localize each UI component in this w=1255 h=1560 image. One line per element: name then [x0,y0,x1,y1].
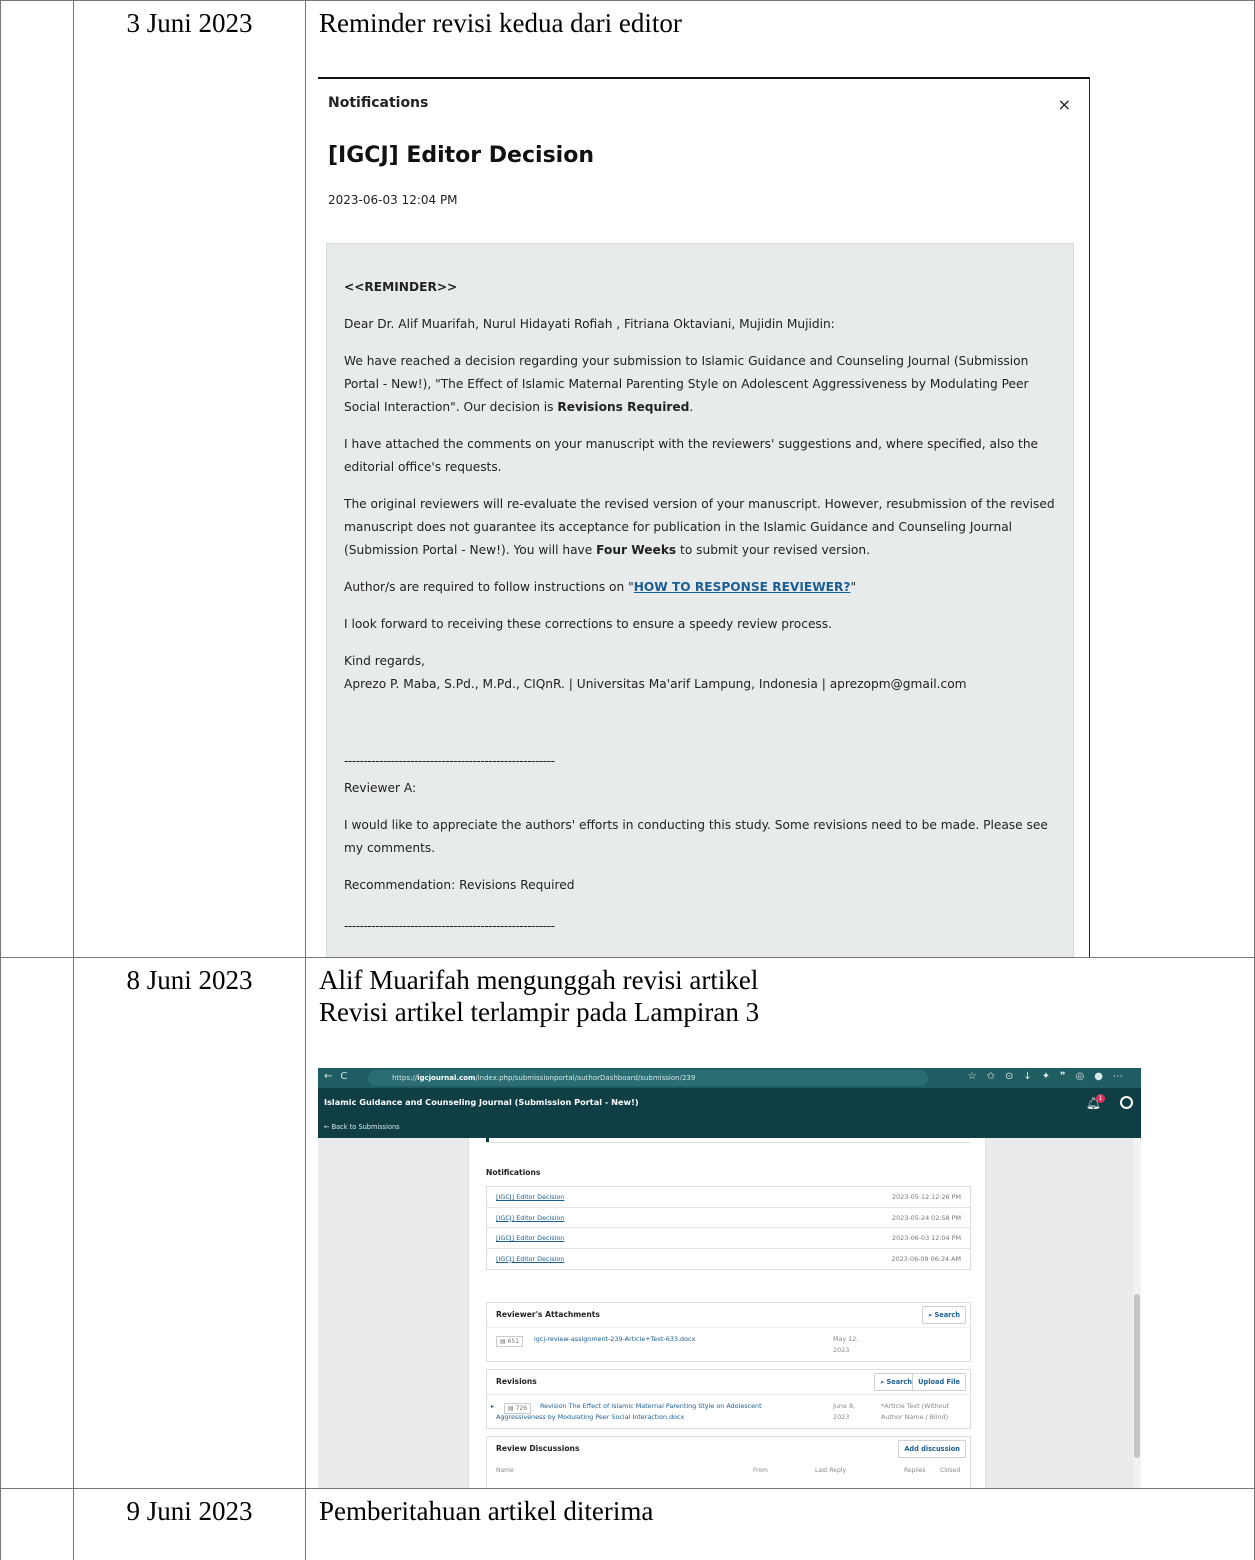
deadline-paragraph: The original reviewers will re-evaluate … [344,497,1055,557]
notification-date: 2023-06-03 12:04 PM [892,1234,961,1242]
file-link[interactable]: Revision The Effect of Islamic Maternal … [496,1401,762,1423]
table-row: 3 Juni 2023 Reminder revisi kedua dari e… [0,0,1255,958]
dashboard-screenshot: ←C https://igcjournal.com/index.php/subm… [318,1068,1141,1488]
file-row: ▤ 651 igcj-review-assignment-239-Article… [487,1327,970,1361]
separator: ----------------------------------------… [344,919,555,933]
notification-link[interactable]: [IGCJ] Editor Decision [496,1228,564,1248]
back-to-submissions-link[interactable]: ← Back to Submissions [324,1123,400,1131]
row-date: 9 Juni 2023 [126,1496,253,1526]
document-table: 3 Juni 2023 Reminder revisi kedua dari e… [0,0,1255,1560]
list-item: [IGCJ] Editor Decision 2023-06-09 06:24 … [487,1249,970,1270]
dialog-header: Notifications [328,95,429,111]
url-field[interactable]: https://igcjournal.com/index.php/submiss… [368,1070,928,1086]
file-row: ▸ ▤ 726 Revision The Effect of Islamic M… [487,1394,970,1428]
reminder-label: <<REMINDER>> [344,280,458,294]
file-date: June 8, 2023 [833,1402,856,1421]
add-discussion-button[interactable]: Add discussion [898,1440,966,1458]
notifications-list: [IGCJ] Editor Decision 2023-05-12 12:26 … [486,1186,971,1270]
signature-block: Kind regards, Aprezo P. Maba, S.Pd., M.Pd… [344,654,967,691]
column-header: Closed [940,1467,961,1474]
column-header: Replies [904,1467,926,1474]
row-description: Alif Muarifah mengunggah revisi artikel … [319,964,759,1028]
reviewer-attachments-heading: Reviewer's Attachments [496,1310,600,1319]
notification-link[interactable]: [IGCJ] Editor Decision [496,1208,564,1228]
column-header: Name [496,1467,514,1474]
row-date: 3 Juni 2023 [126,8,253,38]
notification-date: 2023-05-24 02:58 PM [892,1213,961,1222]
how-to-response-link[interactable]: HOW TO RESPONSE REVIEWER? [634,580,851,594]
review-discussions-box: Review Discussions Add discussion Name F… [486,1436,971,1488]
notification-message: <<REMINDER>> Dear Dr. Alif Muarifah, Nur… [326,243,1074,958]
notifications-heading: Notifications [486,1168,541,1177]
file-link[interactable]: igcj-review-assignment-239-Article+Text-… [534,1334,695,1345]
browser-address-bar: ←C https://igcjournal.com/index.php/subm… [318,1068,1141,1088]
notification-title: [IGCJ] Editor Decision [328,143,594,168]
reviewer-label: Reviewer A: [344,781,417,795]
notification-datetime: 2023-06-03 12:04 PM [328,193,458,207]
reviewer-comment: I would like to appreciate the authors' … [344,818,1048,855]
notification-dialog-screenshot: Notifications × [IGCJ] Editor Decision 2… [318,77,1090,958]
separator: ----------------------------------------… [344,754,555,768]
list-item: [IGCJ] Editor Decision 2023-05-12 12:26 … [487,1187,970,1208]
file-type: *Article Text (Without Author Name / Blin… [881,1402,950,1421]
decision-paragraph: We have reached a decision regarding you… [344,354,1029,414]
row-description: Pemberitahuan artikel diterima [319,1496,654,1526]
scrollbar-thumb[interactable] [1134,1294,1140,1458]
user-icon[interactable] [1120,1096,1133,1109]
revisions-heading: Revisions [496,1377,537,1386]
row-description-line: Revisi artikel terlampir pada Lampiran 3 [319,997,760,1027]
list-item: [IGCJ] Editor Decision 2023-06-03 12:04 … [487,1228,970,1249]
revisions-box: Revisions ⌕ Search Upload File ▸ ▤ 726 R… [486,1369,971,1429]
browser-toolbar-icons: ☆✩⊙↓✦❞◎●⋯ [967,1071,1133,1082]
instructions-paragraph: Author/s are required to follow instruct… [344,580,857,594]
notification-link[interactable]: [IGCJ] Editor Decision [496,1187,564,1207]
table-row: 9 Juni 2023 Pemberitahuan artikel diteri… [0,1488,1255,1560]
journal-title: Islamic Guidance and Counseling Journal … [324,1097,639,1107]
notification-date: 2023-06-09 06:24 AM [891,1254,961,1263]
submission-panel: Notifications [IGCJ] Editor Decision 202… [468,1138,986,1488]
review-discussions-heading: Review Discussions [496,1444,580,1453]
column-header: Last Reply [815,1467,847,1474]
recommendation: Recommendation: Revisions Required [344,878,575,892]
salutation: Dear Dr. Alif Muarifah, Nurul Hidayati R… [344,317,835,331]
row-date: 8 Juni 2023 [126,965,253,995]
browser-nav-icons: ←C [324,1071,356,1082]
expand-icon[interactable]: ▸ [491,1403,494,1410]
search-button[interactable]: ⌕ Search [922,1306,966,1324]
notification-link[interactable]: [IGCJ] Editor Decision [496,1249,564,1269]
notification-date: 2023-05-12 12:26 PM [892,1193,961,1201]
app-header: Islamic Guidance and Counseling Journal … [318,1088,1141,1138]
reviewer-attachments-box: Reviewer's Attachments ⌕ Search ▤ 651 ig… [486,1302,971,1362]
upload-file-button[interactable]: Upload File [912,1373,966,1391]
close-icon[interactable]: × [1058,95,1071,114]
list-item: [IGCJ] Editor Decision 2023-05-24 02:58 … [487,1208,970,1228]
attachment-paragraph: I have attached the comments on your man… [344,437,1039,474]
file-date: May 12, 2023 [833,1335,859,1354]
closing-paragraph: I look forward to receiving these correc… [344,617,833,631]
notification-count-badge: 1 [1096,1094,1105,1103]
row-description: Reminder revisi kedua dari editor [319,8,682,38]
file-icon: ▤ 651 [496,1336,524,1347]
row-description-line: Alif Muarifah mengunggah revisi artikel [319,965,759,995]
column-header: From [753,1467,768,1474]
